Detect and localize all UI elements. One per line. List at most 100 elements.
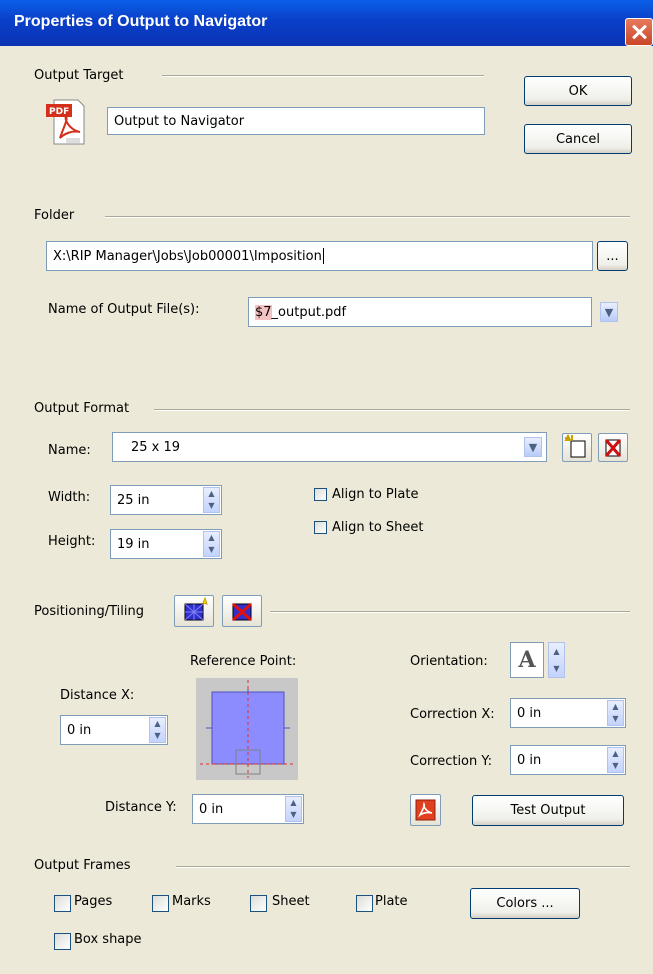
orientation-label: Orientation: (410, 654, 488, 669)
output-target-field[interactable]: Output to Navigator (107, 107, 485, 135)
output-file-suffix: _output.pdf (271, 304, 347, 320)
spin-buttons[interactable]: ▲ ▼ (203, 531, 220, 557)
folder-path-input[interactable]: X:\RIP Manager\Jobs\Job00001\Imposition (46, 241, 593, 271)
chevron-down-icon: ▼ (290, 810, 297, 819)
pdf-icon: PDF (44, 96, 86, 148)
folder-path-text: X:\RIP Manager\Jobs\Job00001\Imposition (53, 248, 322, 264)
new-format-button[interactable] (562, 433, 592, 462)
pdf-preview-button[interactable] (410, 794, 441, 826)
orientation-spin-buttons[interactable]: ▲ ▼ (548, 642, 565, 678)
correction-x-value: 0 in (517, 705, 542, 721)
orientation-preview: A (510, 642, 544, 678)
spin-buttons[interactable]: ▲ ▼ (203, 487, 220, 513)
divider (162, 75, 484, 77)
format-name-combo[interactable]: 25 x 19 (112, 432, 547, 462)
output-frames-label: Output Frames (34, 858, 131, 873)
align-sheet-checkbox[interactable] (314, 521, 327, 534)
align-plate-checkbox[interactable] (314, 488, 327, 501)
reference-point-diagram (200, 680, 296, 778)
reference-point-label: Reference Point: (190, 654, 297, 669)
correction-y-label: Correction Y: (410, 754, 492, 769)
box-shape-label: Box shape (74, 932, 142, 947)
spin-buttons[interactable]: ▲ ▼ (285, 796, 302, 822)
chevron-down-icon: ▼ (154, 731, 161, 740)
correction-y-value: 0 in (517, 752, 542, 768)
plate-label: Plate (375, 894, 408, 909)
sheet-label: Sheet (272, 894, 310, 909)
chevron-up-icon: ▲ (208, 533, 215, 542)
pages-checkbox[interactable] (54, 895, 71, 912)
add-tile-button[interactable] (174, 595, 214, 627)
width-spinner[interactable]: 25 in ▲ ▼ (110, 485, 222, 515)
divider (270, 611, 630, 613)
spin-buttons[interactable]: ▲ ▼ (607, 700, 624, 726)
height-spinner[interactable]: 19 in ▲ ▼ (110, 529, 222, 559)
folder-label: Folder (34, 208, 75, 223)
output-file-combo[interactable]: $7 _output.pdf (248, 297, 592, 327)
title-bar: Properties of Output to Navigator (0, 0, 653, 46)
spin-buttons[interactable]: ▲ ▼ (607, 747, 624, 773)
divider (176, 866, 630, 868)
chevron-down-icon: ▼ (208, 501, 215, 510)
align-sheet-label: Align to Sheet (332, 520, 424, 535)
distance-x-value: 0 in (67, 722, 92, 738)
delete-page-icon (604, 439, 622, 457)
height-label: Height: (48, 534, 96, 549)
cancel-button[interactable]: Cancel (524, 124, 632, 154)
plate-checkbox[interactable] (356, 895, 373, 912)
new-page-icon (564, 433, 586, 458)
width-value: 25 in (117, 492, 150, 508)
distance-y-spinner[interactable]: 0 in ▲ ▼ (192, 794, 304, 824)
pdf-icon (415, 799, 436, 821)
format-name-dropdown-button[interactable]: ▼ (524, 437, 542, 457)
chevron-down-icon: ▼ (553, 664, 560, 673)
spin-buttons[interactable]: ▲ ▼ (149, 717, 166, 743)
correction-y-spinner[interactable]: 0 in ▲ ▼ (510, 745, 626, 775)
window-title: Properties of Output to Navigator (14, 13, 268, 30)
divider (154, 409, 630, 411)
delete-tile-icon (232, 602, 252, 622)
close-button[interactable] (625, 18, 653, 46)
output-file-token: $7 (255, 304, 272, 320)
correction-x-label: Correction X: (410, 707, 495, 722)
chevron-down-icon: ▼ (612, 761, 619, 770)
align-plate-label: Align to Plate (332, 487, 419, 502)
chevron-down-icon: ▼ (612, 714, 619, 723)
delete-format-button[interactable] (598, 433, 628, 462)
positioning-label: Positioning/Tiling (34, 604, 144, 619)
chevron-up-icon: ▲ (290, 798, 297, 807)
chevron-up-icon: ▲ (612, 749, 619, 758)
reference-point-selector[interactable] (196, 678, 298, 780)
distance-x-spinner[interactable]: 0 in ▲ ▼ (60, 715, 168, 745)
box-shape-checkbox[interactable] (54, 933, 71, 950)
ok-button[interactable]: OK (524, 76, 632, 106)
test-output-button[interactable]: Test Output (472, 795, 624, 826)
chevron-up-icon: ▲ (612, 702, 619, 711)
height-value: 19 in (117, 536, 150, 552)
chevron-down-icon: ▼ (604, 305, 614, 319)
name-label: Name: (48, 443, 91, 458)
width-label: Width: (48, 490, 91, 505)
divider (105, 216, 630, 218)
output-file-dropdown-button[interactable]: ▼ (600, 302, 618, 322)
chevron-down-icon: ▼ (528, 440, 538, 454)
distance-y-label: Distance Y: (105, 800, 177, 815)
sheet-checkbox[interactable] (250, 895, 267, 912)
pages-label: Pages (74, 894, 113, 909)
output-format-label: Output Format (34, 401, 130, 416)
browse-button[interactable]: ... (597, 241, 628, 271)
marks-label: Marks (172, 894, 211, 909)
delete-tile-button[interactable] (222, 595, 262, 627)
chevron-up-icon: ▲ (553, 647, 560, 656)
distance-x-label: Distance X: (60, 688, 135, 703)
colors-button[interactable]: Colors ... (470, 888, 580, 919)
output-file-label: Name of Output File(s): (48, 302, 200, 317)
chevron-down-icon: ▼ (208, 545, 215, 554)
text-cursor (322, 248, 324, 264)
chevron-up-icon: ▲ (154, 719, 161, 728)
output-target-label: Output Target (34, 68, 124, 83)
distance-y-value: 0 in (199, 801, 224, 817)
add-tile-icon (184, 596, 208, 621)
correction-x-spinner[interactable]: 0 in ▲ ▼ (510, 698, 626, 728)
marks-checkbox[interactable] (152, 895, 169, 912)
